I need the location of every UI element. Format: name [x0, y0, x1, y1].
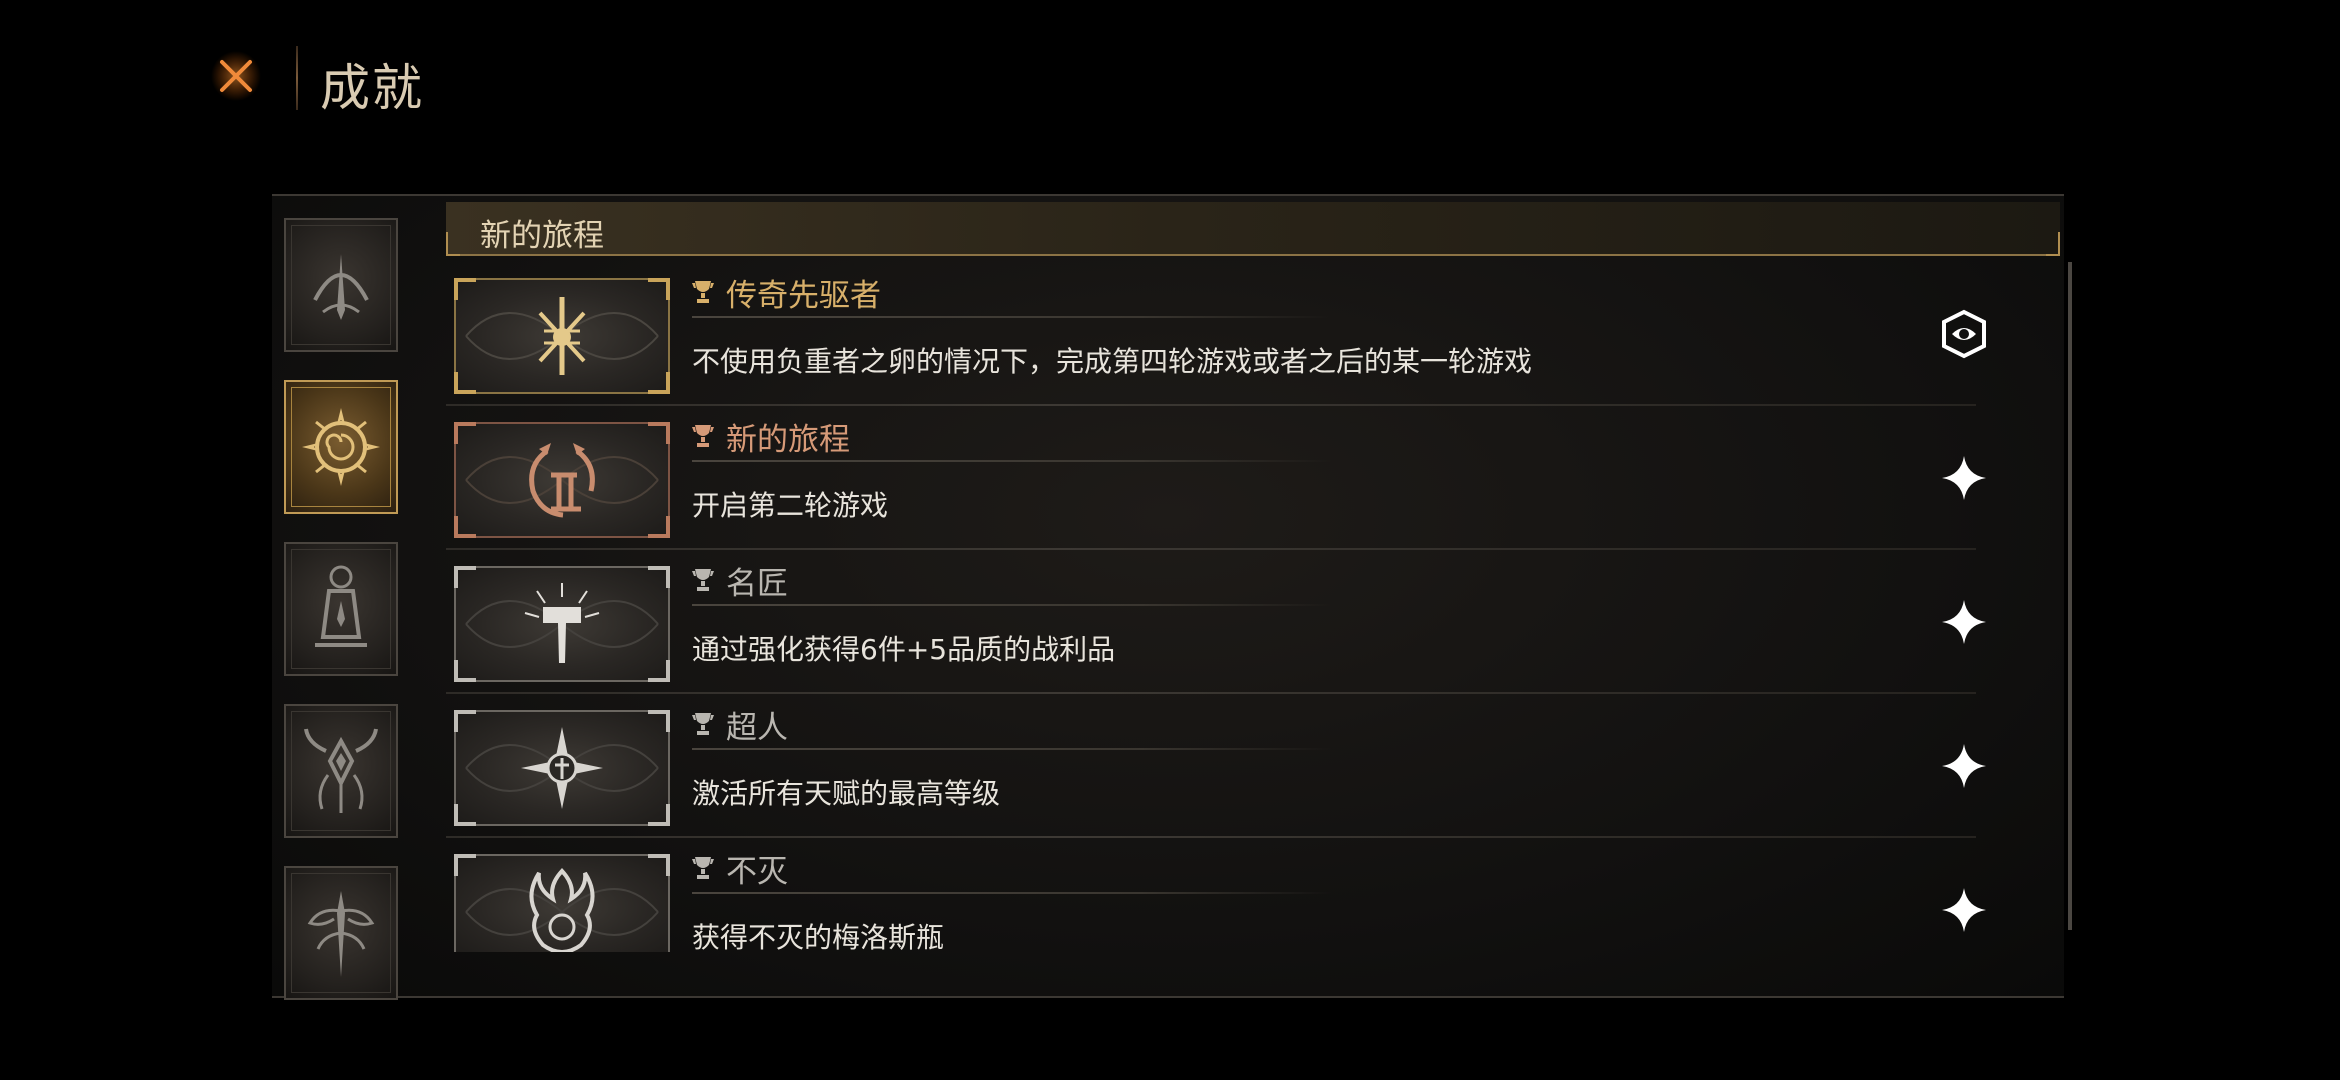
sparkle-icon [1942, 744, 1986, 788]
trophy-icon [692, 423, 714, 449]
achievement-description: 不使用负重者之卵的情况下，完成第四轮游戏或者之后的某一轮游戏 [692, 345, 1533, 378]
achievement-title: 传奇先驱者 [692, 272, 881, 314]
achievement-badge [454, 422, 670, 538]
sword-tree-icon [307, 891, 375, 977]
category-tab-3[interactable] [284, 542, 398, 676]
category-tab-2[interactable] [284, 380, 398, 514]
achievement-title: 不灭 [692, 848, 788, 890]
achievement-badge [454, 710, 670, 826]
achievement-row[interactable]: 超人 激活所有天赋的最高等级 [446, 694, 1992, 838]
achievement-row[interactable]: 名匠 通过强化获得6件+5品质的战利品 [446, 550, 1992, 694]
achievement-badge [454, 854, 670, 952]
horned-demon-icon [304, 728, 378, 813]
arc-spire-icon [313, 254, 369, 320]
section-header: 新的旅程 [446, 202, 2060, 256]
title-underline [692, 892, 1332, 894]
sparkle-icon [1942, 888, 1986, 932]
trophy-icon [692, 567, 714, 593]
achievement-description: 开启第二轮游戏 [692, 489, 889, 522]
radiant-hammer-icon [524, 583, 600, 663]
completed-emblem-icon [1942, 309, 1986, 359]
title-underline [692, 316, 1332, 318]
star-shield-icon [521, 727, 603, 809]
achievement-title: 超人 [692, 704, 788, 746]
header-divider [296, 46, 298, 110]
roman-two-swirl-icon [529, 443, 595, 518]
achievement-title-text: 新的旅程 [726, 421, 850, 458]
achievement-description: 获得不灭的梅洛斯瓶 [692, 921, 945, 952]
close-x-icon [211, 51, 261, 101]
trophy-icon [692, 855, 714, 881]
sparkle-icon [1942, 456, 1986, 500]
list-scrollbar[interactable] [2068, 262, 2072, 930]
close-button[interactable] [206, 46, 266, 106]
achievement-title-text: 不灭 [726, 853, 788, 890]
achievements-screen: 成就 新的旅程 传奇先驱者 不使用负重者之卵的情况下，完成第四轮游戏或者之后的某… [0, 0, 2340, 1080]
achievement-status [1936, 738, 1992, 794]
achievement-list: 传奇先驱者 不使用负重者之卵的情况下，完成第四轮游戏或者之后的某一轮游戏 新的旅… [446, 262, 1992, 952]
achievement-title-text: 传奇先驱者 [726, 277, 881, 314]
category-tab-5[interactable] [284, 866, 398, 1000]
achievement-row[interactable]: 传奇先驱者 不使用负重者之卵的情况下，完成第四轮游戏或者之后的某一轮游戏 [446, 262, 1992, 406]
achievement-badge [454, 566, 670, 682]
trophy-icon [692, 711, 714, 737]
achievement-status [1936, 450, 1992, 506]
title-underline [692, 604, 1332, 606]
title-underline [692, 460, 1332, 462]
achievement-description: 激活所有天赋的最高等级 [692, 777, 1001, 810]
achievement-row[interactable]: 不灭 获得不灭的梅洛斯瓶 [446, 838, 1992, 952]
achievement-row[interactable]: 新的旅程 开启第二轮游戏 [446, 406, 1992, 550]
page-title: 成就 [320, 59, 424, 117]
achievement-title-text: 名匠 [726, 565, 788, 602]
title-underline [692, 748, 1332, 750]
section-title: 新的旅程 [480, 218, 604, 254]
achievement-status [1936, 882, 1992, 938]
achievement-title: 名匠 [692, 560, 788, 602]
achievement-badge [454, 278, 670, 394]
achievement-title-text: 超人 [726, 709, 788, 746]
trophy-icon [692, 279, 714, 305]
sparkle-icon [1942, 600, 1986, 644]
achievement-status [1936, 594, 1992, 650]
lantern-icon [315, 565, 367, 647]
sun-compass-icon [302, 408, 380, 486]
achievement-status [1936, 306, 1992, 362]
category-tab-1[interactable] [284, 218, 398, 352]
crossed-sigil-icon [538, 297, 586, 375]
achievement-description: 通过强化获得6件+5品质的战利品 [692, 633, 1116, 666]
flame-flask-icon [529, 868, 595, 952]
category-tab-4[interactable] [284, 704, 398, 838]
achievement-title: 新的旅程 [692, 416, 850, 458]
